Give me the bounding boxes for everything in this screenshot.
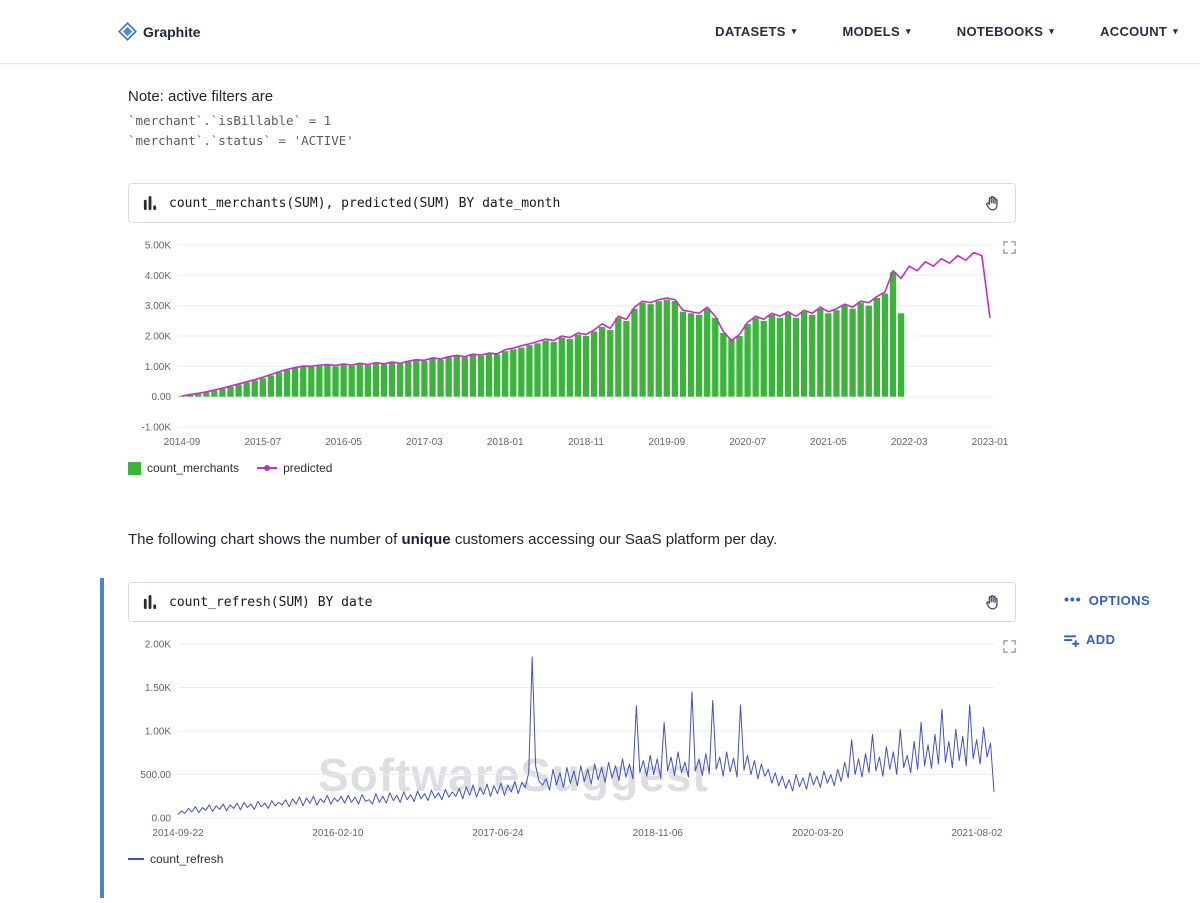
brand[interactable]: Graphite <box>118 22 201 41</box>
legend-label: count_refresh <box>150 852 223 866</box>
refresh-chart-area: SoftwareSuggest 2.00K1.50K1.00K500.000.0… <box>128 636 1016 844</box>
description-paragraph: The following chart shows the number of … <box>128 531 1200 548</box>
svg-text:3.00K: 3.00K <box>145 301 171 312</box>
merchants-chart-block: count_merchants(SUM), predicted(SUM) BY … <box>128 183 1016 475</box>
blue-line-swatch <box>128 858 144 860</box>
refresh-chart-legend: count_refresh <box>128 852 1016 866</box>
nav-datasets[interactable]: DATASETS ▾ <box>715 24 796 39</box>
legend-predicted[interactable]: predicted <box>257 461 332 475</box>
svg-text:2014-09-22: 2014-09-22 <box>152 828 204 839</box>
nav-notebooks[interactable]: NOTEBOOKS ▾ <box>957 24 1054 39</box>
top-nav-bar: Graphite DATASETS ▾ MODELS ▾ NOTEBOOKS ▾… <box>0 0 1200 64</box>
main-nav: DATASETS ▾ MODELS ▾ NOTEBOOKS ▾ ACCOUNT … <box>715 24 1178 39</box>
ellipsis-icon: ••• <box>1064 591 1082 607</box>
add-list-icon <box>1064 633 1079 647</box>
page: Graphite DATASETS ▾ MODELS ▾ NOTEBOOKS ▾… <box>0 0 1200 903</box>
green-bar-swatch <box>128 462 141 475</box>
svg-text:2015-07: 2015-07 <box>244 437 281 448</box>
svg-text:2016-02-10: 2016-02-10 <box>312 828 364 839</box>
graphite-logo-icon <box>118 22 137 41</box>
content: Note: active filters are `merchant`.`isB… <box>0 64 1200 866</box>
legend-label: predicted <box>283 461 332 475</box>
nav-notebooks-label: NOTEBOOKS <box>957 24 1043 39</box>
magenta-line-swatch <box>257 467 277 469</box>
caret-down-icon: ▾ <box>1049 26 1054 37</box>
svg-text:2021-05: 2021-05 <box>810 437 847 448</box>
merchants-chart-header: count_merchants(SUM), predicted(SUM) BY … <box>128 183 1016 223</box>
svg-text:2021-08-02: 2021-08-02 <box>951 828 1003 839</box>
svg-text:1.00K: 1.00K <box>145 727 171 738</box>
svg-text:2.00K: 2.00K <box>145 332 171 343</box>
svg-text:0.00: 0.00 <box>152 814 172 825</box>
nav-account-label: ACCOUNT <box>1100 24 1167 39</box>
bar-chart-icon <box>142 195 158 212</box>
svg-text:2017-06-24: 2017-06-24 <box>472 828 524 839</box>
nav-account[interactable]: ACCOUNT ▾ <box>1100 24 1178 39</box>
bar-chart-icon <box>142 594 158 611</box>
svg-text:2019-09: 2019-09 <box>648 437 685 448</box>
options-label: OPTIONS <box>1089 593 1150 608</box>
drag-handle-icon[interactable] <box>983 593 1002 612</box>
svg-text:2017-03: 2017-03 <box>406 437 443 448</box>
merchants-chart-legend: count_merchants predicted <box>128 461 1016 475</box>
svg-text:-1.00K: -1.00K <box>142 423 172 434</box>
filter-expression: `merchant`.`status` = 'ACTIVE' <box>128 131 1200 151</box>
filter-expression: `merchant`.`isBillable` = 1 <box>128 111 1200 131</box>
svg-text:2016-05: 2016-05 <box>325 437 362 448</box>
svg-text:2023-01: 2023-01 <box>972 437 1009 448</box>
svg-text:1.50K: 1.50K <box>145 683 171 694</box>
legend-count-merchants[interactable]: count_merchants <box>128 461 239 475</box>
nav-models-label: MODELS <box>843 24 900 39</box>
svg-text:0.00: 0.00 <box>152 392 172 403</box>
legend-label: count_merchants <box>147 461 239 475</box>
nav-models[interactable]: MODELS ▾ <box>843 24 911 39</box>
filters-note: Note: active filters are `merchant`.`isB… <box>128 88 1200 151</box>
caret-down-icon: ▾ <box>1173 26 1178 37</box>
merchants-chart-svg[interactable]: 5.00K 4.00K 3.00K 2.00K 1.00K 0.00 -1.00K 2014-… <box>128 237 1016 453</box>
svg-text:2018-11: 2018-11 <box>568 437 604 448</box>
caret-down-icon: ▾ <box>792 26 797 37</box>
svg-text:2018-01: 2018-01 <box>487 437 524 448</box>
side-actions: ••• OPTIONS ADD <box>1064 592 1200 647</box>
nav-datasets-label: DATASETS <box>715 24 786 39</box>
add-button[interactable]: ADD <box>1064 632 1200 647</box>
refresh-chart-header: count_refresh(SUM) BY date <box>128 582 1016 622</box>
options-button[interactable]: ••• OPTIONS <box>1064 592 1200 608</box>
svg-text:4.00K: 4.00K <box>145 271 171 282</box>
svg-text:2020-07: 2020-07 <box>729 437 766 448</box>
add-label: ADD <box>1086 632 1115 647</box>
refresh-chart-block: count_refresh(SUM) BY date SoftwareSugge… <box>128 582 1016 866</box>
merchants-chart-area: 5.00K 4.00K 3.00K 2.00K 1.00K 0.00 -1.00K 2014-… <box>128 237 1016 453</box>
merchants-chart-title: count_merchants(SUM), predicted(SUM) BY … <box>169 196 972 211</box>
selection-accent-bar <box>100 578 104 898</box>
note-title: Note: active filters are <box>128 88 1200 105</box>
legend-count-refresh[interactable]: count_refresh <box>128 852 223 866</box>
svg-text:500.00: 500.00 <box>140 770 171 781</box>
svg-text:2.00K: 2.00K <box>145 640 171 651</box>
svg-text:2022-03: 2022-03 <box>891 437 928 448</box>
svg-text:2014-09: 2014-09 <box>164 437 201 448</box>
caret-down-icon: ▾ <box>906 26 911 37</box>
brand-name: Graphite <box>143 24 201 40</box>
svg-text:2018-11-06: 2018-11-06 <box>633 828 684 839</box>
refresh-chart-svg[interactable]: 2.00K 1.50K 1.00K 500.00 0.00 2014-09-22 2016-… <box>128 636 1016 844</box>
svg-text:1.00K: 1.00K <box>145 362 171 373</box>
svg-text:5.00K: 5.00K <box>145 241 171 252</box>
drag-handle-icon[interactable] <box>983 194 1002 213</box>
svg-text:2020-03-20: 2020-03-20 <box>792 828 844 839</box>
refresh-chart-title: count_refresh(SUM) BY date <box>169 595 972 610</box>
